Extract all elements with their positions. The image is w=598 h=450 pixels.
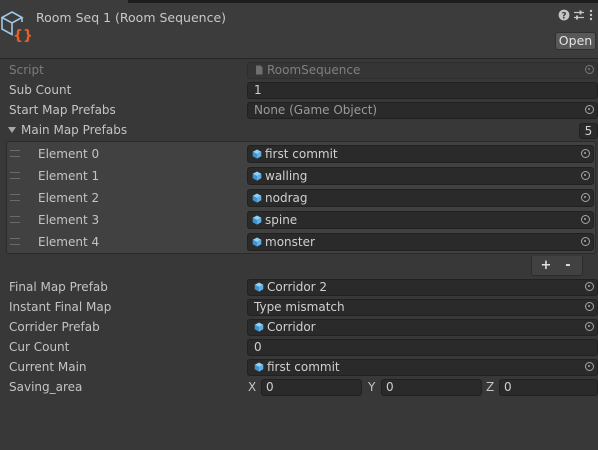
script-value: RoomSequence bbox=[267, 63, 361, 77]
drag-handle-icon[interactable] bbox=[10, 238, 20, 245]
corrider-prefab-value: Corridor bbox=[267, 320, 316, 334]
svg-text:{}: {} bbox=[13, 28, 31, 42]
object-picker-icon[interactable] bbox=[585, 322, 594, 331]
saving-area-z-input[interactable]: 0 bbox=[499, 379, 598, 396]
drag-handle-icon[interactable] bbox=[10, 150, 20, 157]
prefab-cube-icon bbox=[254, 282, 264, 292]
element-field[interactable]: walling bbox=[247, 167, 594, 185]
object-picker-icon[interactable] bbox=[585, 362, 594, 371]
script-file-icon bbox=[256, 65, 263, 75]
script-field: RoomSequence bbox=[247, 62, 598, 79]
saving-area-label: Saving_area bbox=[9, 380, 83, 394]
header-divider bbox=[0, 58, 598, 59]
help-icon[interactable]: ? bbox=[558, 9, 570, 21]
instant-final-map-field[interactable]: Type mismatch bbox=[247, 299, 598, 316]
final-map-prefab-value: Corridor 2 bbox=[267, 280, 328, 294]
prefab-cube-icon bbox=[252, 171, 262, 181]
sub-count-input[interactable]: 1 bbox=[247, 82, 598, 99]
element-value: walling bbox=[265, 169, 308, 183]
script-label: Script bbox=[9, 63, 44, 77]
sub-count-label: Sub Count bbox=[9, 83, 72, 97]
element-label: Element 1 bbox=[38, 169, 100, 183]
prefab-cube-icon bbox=[252, 215, 262, 225]
object-picker-icon bbox=[585, 65, 594, 74]
prefab-cube-icon bbox=[254, 322, 264, 332]
element-field[interactable]: spine bbox=[247, 211, 594, 229]
prefab-cube-icon bbox=[252, 149, 262, 159]
object-picker-icon[interactable] bbox=[581, 171, 590, 180]
instant-final-map-label: Instant Final Map bbox=[9, 300, 112, 314]
element-label: Element 3 bbox=[38, 213, 100, 227]
main-map-prefabs-label[interactable]: Main Map Prefabs bbox=[21, 121, 127, 139]
array-size-input[interactable]: 5 bbox=[579, 123, 598, 139]
object-picker-icon[interactable] bbox=[585, 282, 594, 291]
drag-handle-icon[interactable] bbox=[10, 216, 20, 223]
z-axis-label[interactable]: Z bbox=[486, 378, 494, 396]
element-value: first commit bbox=[265, 147, 338, 161]
prefab-cube-icon bbox=[252, 237, 262, 247]
settings-sliders-icon[interactable] bbox=[573, 9, 585, 21]
object-picker-icon[interactable] bbox=[585, 302, 594, 311]
object-picker-icon[interactable] bbox=[581, 193, 590, 202]
script-asset-icon: {} bbox=[1, 11, 31, 42]
drag-handle-icon[interactable] bbox=[10, 194, 20, 201]
inspector-header bbox=[0, 0, 598, 58]
corrider-prefab-label: Corrider Prefab bbox=[9, 320, 100, 334]
svg-text:?: ? bbox=[561, 12, 566, 21]
prefab-cube-icon bbox=[252, 193, 262, 203]
element-label: Element 4 bbox=[38, 235, 100, 249]
element-value: nodrag bbox=[265, 191, 308, 205]
element-field[interactable]: first commit bbox=[247, 145, 594, 163]
start-map-prefabs-label: Start Map Prefabs bbox=[9, 103, 116, 117]
cur-count-input[interactable]: 0 bbox=[247, 339, 598, 356]
saving-area-x-input[interactable]: 0 bbox=[261, 379, 362, 396]
x-axis-label[interactable]: X bbox=[248, 378, 256, 396]
element-value: monster bbox=[265, 235, 315, 249]
saving-area-y-input[interactable]: 0 bbox=[381, 379, 482, 396]
element-value: spine bbox=[265, 213, 298, 227]
current-main-value: first commit bbox=[267, 360, 340, 374]
object-picker-icon[interactable] bbox=[581, 237, 590, 246]
current-main-field[interactable]: first commit bbox=[247, 359, 598, 376]
list-footer: + - bbox=[531, 256, 583, 276]
object-picker-icon[interactable] bbox=[581, 215, 590, 224]
foldout-expanded-icon[interactable] bbox=[8, 126, 16, 134]
cur-count-label: Cur Count bbox=[9, 340, 70, 354]
start-map-prefabs-field[interactable]: None (Game Object) bbox=[247, 102, 598, 119]
instant-final-map-value: Type mismatch bbox=[254, 300, 345, 314]
object-picker-icon[interactable] bbox=[585, 105, 594, 114]
header-top-border bbox=[128, 0, 598, 3]
element-label: Element 2 bbox=[38, 191, 100, 205]
current-main-label: Current Main bbox=[9, 360, 87, 374]
final-map-prefab-label: Final Map Prefab bbox=[9, 280, 108, 294]
element-field[interactable]: monster bbox=[247, 233, 594, 251]
corrider-prefab-field[interactable]: Corridor bbox=[247, 319, 598, 336]
element-label: Element 0 bbox=[38, 147, 100, 161]
add-element-button[interactable]: + bbox=[535, 256, 557, 275]
start-map-prefabs-value: None (Game Object) bbox=[254, 103, 378, 117]
prefab-cube-icon bbox=[254, 362, 264, 372]
drag-handle-icon[interactable] bbox=[10, 172, 20, 179]
final-map-prefab-field[interactable]: Corridor 2 bbox=[247, 279, 598, 296]
element-field[interactable]: nodrag bbox=[247, 189, 594, 207]
inspector-title: Room Seq 1 (Room Sequence) bbox=[36, 10, 227, 25]
y-axis-label[interactable]: Y bbox=[368, 378, 375, 396]
more-menu-icon[interactable] bbox=[588, 9, 594, 21]
object-picker-icon[interactable] bbox=[581, 149, 590, 158]
remove-element-button[interactable]: - bbox=[557, 256, 579, 275]
open-button[interactable]: Open bbox=[555, 32, 596, 50]
